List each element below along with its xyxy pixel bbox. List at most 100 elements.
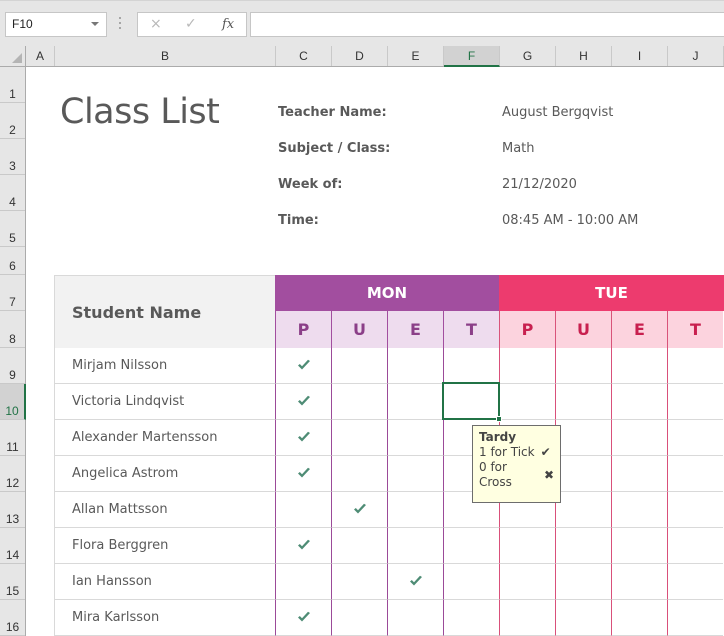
attendance-cell[interactable] [611,528,667,564]
attendance-cell[interactable] [275,348,331,384]
subject-value[interactable]: Math [502,141,535,156]
code-header-tue-t[interactable]: T [667,311,723,348]
attendance-cell[interactable] [611,564,667,600]
attendance-cell[interactable] [331,456,387,492]
day-header-tue[interactable]: TUE [499,275,724,311]
attendance-cell[interactable] [275,384,331,420]
week-of-value[interactable]: 21/12/2020 [502,177,577,192]
attendance-cell[interactable] [331,348,387,384]
attendance-cell[interactable] [387,528,443,564]
attendance-cell[interactable] [611,492,667,528]
row-header-8[interactable]: 8 [0,311,25,348]
attendance-cell[interactable] [443,564,499,600]
time-value[interactable]: 08:45 AM - 10:00 AM [502,213,638,228]
attendance-cell[interactable] [555,600,611,636]
insert-function-icon[interactable]: fx [222,17,234,32]
worksheet-grid[interactable]: Class List Teacher Name: August Bergqvis… [26,67,724,636]
row-header-10[interactable]: 10 [0,384,26,420]
column-header-h[interactable]: H [556,46,612,66]
attendance-cell[interactable] [443,348,499,384]
name-box[interactable]: F10 [5,12,107,37]
attendance-cell[interactable] [387,348,443,384]
attendance-cell[interactable] [499,564,555,600]
attendance-cell[interactable] [499,348,555,384]
attendance-cell[interactable] [275,420,331,456]
row-header-9[interactable]: 9 [0,348,25,384]
attendance-cell[interactable] [667,492,723,528]
student-name[interactable]: Ian Hansson [54,564,275,600]
column-header-j[interactable]: J [668,46,724,66]
formula-input[interactable] [250,12,724,37]
code-header-mon-t[interactable]: T [443,311,499,348]
attendance-cell[interactable] [555,420,611,456]
attendance-cell[interactable] [331,528,387,564]
code-header-tue-p[interactable]: P [499,311,555,348]
column-header-a[interactable]: A [26,46,55,66]
attendance-cell[interactable] [499,528,555,564]
attendance-cell[interactable] [443,528,499,564]
column-header-i[interactable]: I [612,46,668,66]
select-all-button[interactable] [0,46,26,66]
attendance-cell[interactable] [387,420,443,456]
attendance-cell[interactable] [331,600,387,636]
attendance-cell[interactable] [667,600,723,636]
attendance-cell[interactable] [387,492,443,528]
attendance-cell[interactable] [275,528,331,564]
attendance-cell[interactable] [667,456,723,492]
row-header-16[interactable]: 16 [0,600,25,636]
attendance-cell[interactable] [499,384,555,420]
row-header-14[interactable]: 14 [0,528,25,564]
column-header-d[interactable]: D [332,46,388,66]
attendance-cell[interactable] [331,384,387,420]
row-header-3[interactable]: 3 [0,139,25,175]
attendance-cell[interactable] [611,420,667,456]
chevron-down-icon[interactable] [91,22,99,26]
code-header-mon-e[interactable]: E [387,311,443,348]
attendance-cell[interactable] [387,456,443,492]
row-header-12[interactable]: 12 [0,456,25,492]
student-name[interactable]: Mira Karlsson [54,600,275,636]
attendance-cell[interactable] [387,564,443,600]
attendance-cell[interactable] [275,456,331,492]
attendance-cell[interactable] [555,384,611,420]
attendance-cell[interactable] [667,348,723,384]
enter-icon[interactable]: ✓ [185,16,197,32]
attendance-cell[interactable] [331,492,387,528]
code-header-mon-p[interactable]: P [275,311,331,348]
attendance-cell[interactable] [611,384,667,420]
attendance-cell[interactable] [555,528,611,564]
attendance-cell[interactable] [611,456,667,492]
teacher-name-value[interactable]: August Bergqvist [502,105,613,120]
attendance-cell[interactable] [499,600,555,636]
row-header-1[interactable]: 1 [0,67,25,103]
code-header-mon-u[interactable]: U [331,311,387,348]
column-header-e[interactable]: E [388,46,444,66]
column-header-f[interactable]: F [444,46,500,67]
attendance-cell[interactable] [667,528,723,564]
attendance-cell[interactable] [275,600,331,636]
attendance-cell[interactable] [555,492,611,528]
drag-handle-icon[interactable] [119,17,122,31]
student-name[interactable]: Allan Mattsson [54,492,275,528]
attendance-cell[interactable] [387,384,443,420]
row-header-11[interactable]: 11 [0,420,25,456]
student-name[interactable]: Victoria Lindqvist [54,384,275,420]
attendance-cell[interactable] [555,348,611,384]
attendance-cell[interactable] [443,384,499,420]
row-header-13[interactable]: 13 [0,492,25,528]
row-header-5[interactable]: 5 [0,211,25,247]
day-header-mon[interactable]: MON [275,275,499,311]
student-name[interactable]: Alexander Martensson [54,420,275,456]
attendance-cell[interactable] [275,564,331,600]
attendance-cell[interactable] [667,564,723,600]
student-name[interactable]: Angelica Astrom [54,456,275,492]
cancel-icon[interactable]: × [150,16,162,32]
attendance-cell[interactable] [387,600,443,636]
attendance-cell[interactable] [331,564,387,600]
attendance-cell[interactable] [443,600,499,636]
code-header-tue-u[interactable]: U [555,311,611,348]
attendance-cell[interactable] [275,492,331,528]
attendance-cell[interactable] [611,600,667,636]
row-header-7[interactable]: 7 [0,275,25,311]
row-header-4[interactable]: 4 [0,175,25,211]
